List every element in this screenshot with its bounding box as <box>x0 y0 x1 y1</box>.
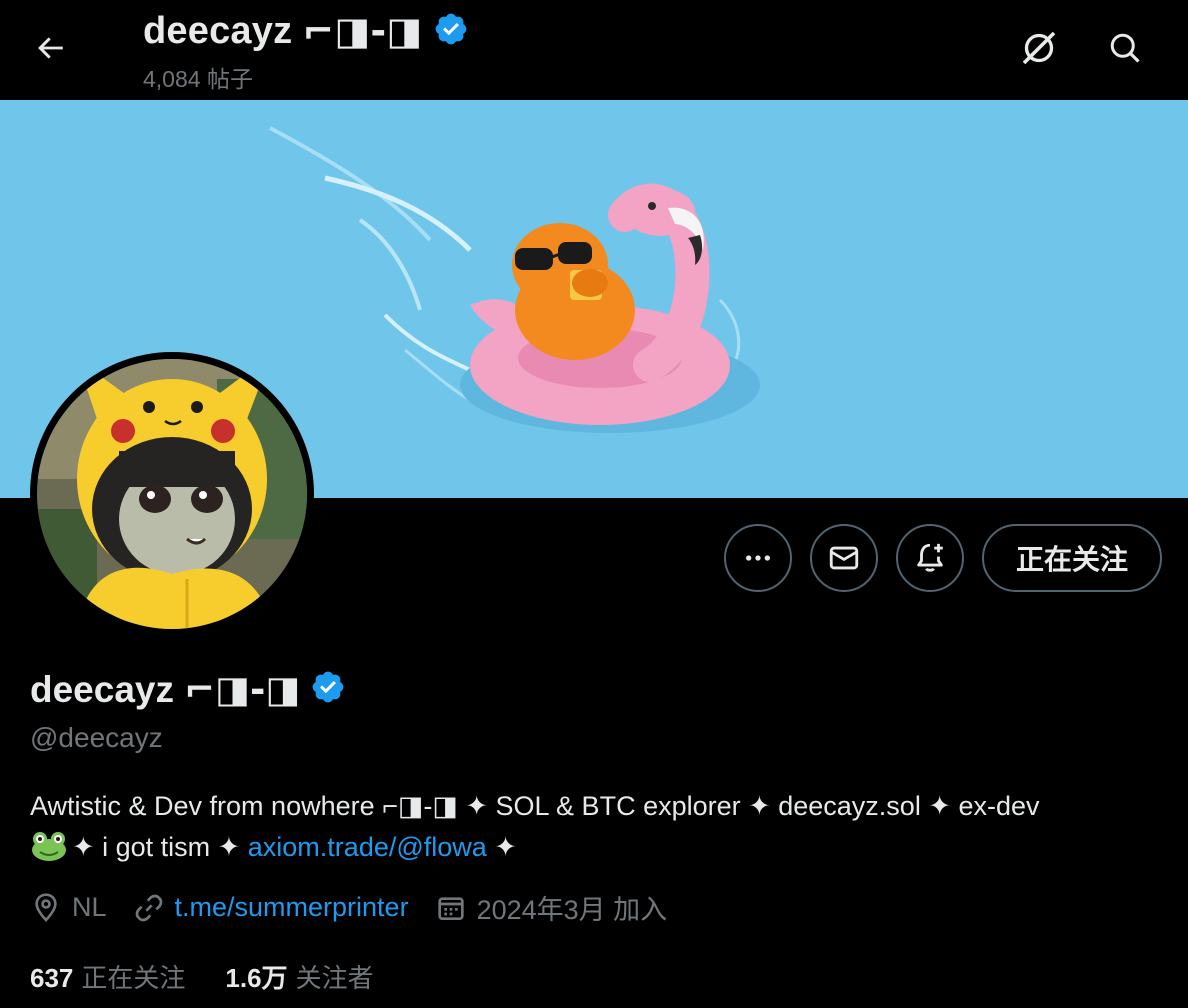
profile-bio: Awtistic & Dev from nowhere ⌐◨-◨ ✦ SOL &… <box>30 786 1170 874</box>
header-name: deecayz <box>143 9 293 52</box>
joined-text: 2024年3月 加入 <box>476 895 668 925</box>
profile-handle: @deecayz <box>30 722 163 753</box>
following-button[interactable]: 正在关注 <box>981 524 1162 592</box>
location-item: NL <box>30 892 107 924</box>
envelope-icon <box>829 546 859 570</box>
search-icon <box>1110 33 1140 63</box>
more-button[interactable] <box>723 524 792 592</box>
joined-item: 2024年3月 加入 <box>435 888 668 927</box>
profile-stats: 637 正在关注 1.6万 关注者 <box>30 958 414 995</box>
grok-icon <box>1022 31 1056 65</box>
header-name-glyphs: ⌐◨-◨ <box>302 9 423 53</box>
bio-link[interactable]: axiom.trade/@flowa <box>248 832 487 862</box>
followers-stat[interactable]: 1.6万 关注者 <box>225 958 373 995</box>
following-stat[interactable]: 637 正在关注 <box>30 958 185 995</box>
post-count: 4,084 帖子 <box>143 66 253 92</box>
grok-button[interactable] <box>1011 20 1067 76</box>
website-link[interactable]: t.me/summerprinter <box>175 892 409 923</box>
bio-line-2-post: ✦ <box>486 832 517 862</box>
bio-line-2-pre: ✦ i got tism ✦ <box>72 832 248 862</box>
more-dots-icon <box>745 555 770 561</box>
notify-button[interactable] <box>895 524 964 592</box>
profile-avatar[interactable] <box>30 352 314 636</box>
verified-badge-icon <box>433 11 469 52</box>
link-icon <box>135 894 162 921</box>
avatar-image <box>37 359 307 629</box>
following-label: 正在关注 <box>81 963 186 993</box>
followers-count: 1.6万 <box>225 963 288 993</box>
website-item: t.me/summerprinter <box>133 892 409 924</box>
bio-line-2: ✦ i got tism ✦ axiom.trade/@flowa ✦ <box>30 827 1170 874</box>
verified-badge-icon <box>310 669 346 710</box>
search-button[interactable] <box>1097 20 1153 76</box>
location-text: NL <box>72 892 107 922</box>
bell-plus-icon <box>917 543 943 572</box>
followers-label: 关注者 <box>295 963 374 993</box>
frog-emoji-icon <box>30 830 68 874</box>
arrow-left-icon <box>38 37 63 59</box>
calendar-icon <box>437 896 464 920</box>
display-name-glyphs: ⌐◨-◨ <box>184 668 301 711</box>
back-button[interactable] <box>22 20 78 76</box>
display-name: deecayz <box>30 668 174 710</box>
top-bar: deecayz ⌐◨-◨ 4,084 帖子 <box>0 0 1188 100</box>
header-title-block: deecayz ⌐◨-◨ 4,084 帖子 <box>143 6 469 94</box>
following-count: 637 <box>30 963 74 993</box>
profile-actions: 正在关注 <box>723 524 1162 592</box>
profile-meta: NL t.me/summerprinter 2024年3月 加入 <box>30 888 693 927</box>
message-button[interactable] <box>809 524 878 592</box>
location-pin-icon <box>35 892 57 922</box>
bio-line-1: Awtistic & Dev from nowhere ⌐◨-◨ ✦ SOL &… <box>30 791 1040 821</box>
profile-name: deecayz ⌐◨-◨ <box>30 668 346 711</box>
